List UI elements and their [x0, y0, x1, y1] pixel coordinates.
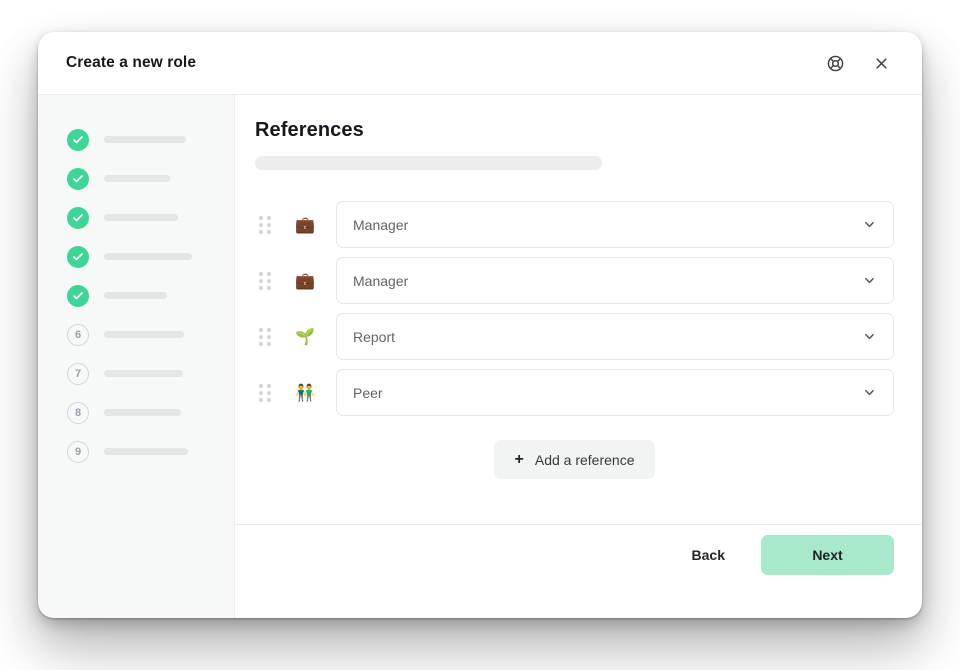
sidebar-step-7[interactable]: 7: [38, 354, 234, 393]
step-label-placeholder: [104, 214, 178, 221]
step-label-placeholder: [104, 370, 183, 377]
screen: Create a new role 6 7 8 9 References 💼 M…: [0, 0, 960, 670]
reference-type-value: Report: [353, 328, 396, 345]
chevron-down-icon: [862, 273, 877, 288]
reference-type-value: Manager: [353, 272, 409, 289]
step-label-placeholder: [104, 448, 188, 455]
chevron-down-icon: [862, 329, 877, 344]
back-button[interactable]: Back: [686, 537, 731, 573]
reference-type-select[interactable]: Report: [336, 313, 894, 360]
step-label-placeholder: [104, 253, 192, 260]
sidebar-step-6[interactable]: 6: [38, 315, 234, 354]
create-role-modal: Create a new role 6 7 8 9 References 💼 M…: [38, 32, 922, 618]
add-reference-label: Add a reference: [534, 451, 635, 468]
reference-type-value: Peer: [353, 384, 383, 401]
step-number: 7: [67, 362, 89, 385]
reference-type-select[interactable]: Manager: [336, 201, 894, 248]
modal-titlebar: Create a new role: [38, 32, 922, 94]
step-check-icon: [67, 245, 89, 268]
plus-icon: +: [514, 450, 524, 468]
reference-rows: 💼 Manager 💼 Manager 🌱 Report 👬 Peer: [255, 201, 894, 416]
step-number: 6: [67, 323, 89, 346]
sidebar-step-3[interactable]: [38, 198, 234, 237]
reference-type-select[interactable]: Peer: [336, 369, 894, 416]
step-number: 8: [67, 401, 89, 424]
drag-handle-icon[interactable]: [257, 383, 273, 402]
step-check-icon: [67, 128, 89, 151]
briefcase-emoji: 💼: [295, 270, 315, 290]
add-reference-wrap: + Add a reference: [255, 440, 894, 479]
next-button[interactable]: Next: [761, 534, 894, 575]
reference-row: 💼 Manager: [255, 201, 894, 248]
section-description-placeholder: [255, 156, 602, 170]
sidebar-step-1[interactable]: [38, 120, 234, 159]
step-number: 9: [67, 440, 89, 463]
drag-handle-icon[interactable]: [257, 215, 273, 234]
sidebar-step-4[interactable]: [38, 237, 234, 276]
close-icon[interactable]: [870, 52, 892, 74]
references-section: References 💼 Manager 💼 Manager 🌱 Report …: [235, 95, 922, 524]
sidebar-step-8[interactable]: 8: [38, 393, 234, 432]
chevron-down-icon: [862, 385, 877, 400]
step-check-icon: [67, 206, 89, 229]
sidebar-step-9[interactable]: 9: [38, 432, 234, 471]
section-heading: References: [255, 119, 364, 141]
modal-footer: Back Next: [235, 524, 922, 618]
step-check-icon: [67, 167, 89, 190]
chevron-down-icon: [862, 217, 877, 232]
reference-type-select[interactable]: Manager: [336, 257, 894, 304]
sidebar-step-5[interactable]: [38, 276, 234, 315]
reference-row: 🌱 Report: [255, 313, 894, 360]
briefcase-emoji: 💼: [295, 214, 315, 234]
page-title: Create a new role: [66, 54, 197, 71]
add-reference-button[interactable]: + Add a reference: [493, 440, 656, 479]
reference-row: 💼 Manager: [255, 257, 894, 304]
drag-handle-icon[interactable]: [257, 327, 273, 346]
step-label-placeholder: [104, 292, 167, 299]
seedling-emoji: 🌱: [295, 326, 315, 346]
step-label-placeholder: [104, 175, 170, 182]
step-label-placeholder: [104, 136, 186, 143]
drag-handle-icon[interactable]: [257, 271, 273, 290]
step-label-placeholder: [104, 409, 181, 416]
reference-type-value: Manager: [353, 216, 409, 233]
step-check-icon: [67, 284, 89, 307]
main-pane: References 💼 Manager 💼 Manager 🌱 Report …: [235, 95, 922, 618]
reference-row: 👬 Peer: [255, 369, 894, 416]
step-label-placeholder: [104, 331, 184, 338]
life-buoy-icon[interactable]: [824, 52, 846, 74]
wizard-steps-sidebar: 6 7 8 9: [38, 95, 235, 618]
modal-body: 6 7 8 9 References 💼 Manager 💼 Manager 🌱…: [38, 94, 922, 618]
titlebar-actions: [824, 52, 892, 74]
sidebar-step-2[interactable]: [38, 159, 234, 198]
two-people-emoji: 👬: [295, 382, 315, 402]
